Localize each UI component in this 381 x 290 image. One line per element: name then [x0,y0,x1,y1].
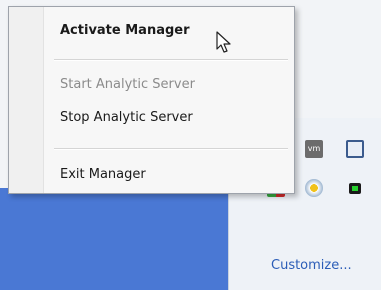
display-connector-icon[interactable] [346,140,364,158]
menu-item-stop-analytic-server[interactable]: Stop Analytic Server [60,110,193,125]
security-badge-icon[interactable] [305,179,323,197]
menu-item-start-analytic-server: Start Analytic Server [60,77,195,92]
menu-separator [54,59,288,61]
customize-link[interactable]: Customize... [271,258,352,273]
context-menu: Activate Manager Start Analytic Server S… [8,6,295,194]
green-bar-icon[interactable] [349,183,361,194]
menu-item-activate-manager[interactable]: Activate Manager [60,23,190,38]
mouse-pointer-icon [216,31,231,53]
menu-icon-gutter [9,7,44,193]
vmware-icon[interactable]: vm [305,140,323,158]
menu-separator [54,148,288,150]
menu-item-exit-manager[interactable]: Exit Manager [60,167,146,182]
